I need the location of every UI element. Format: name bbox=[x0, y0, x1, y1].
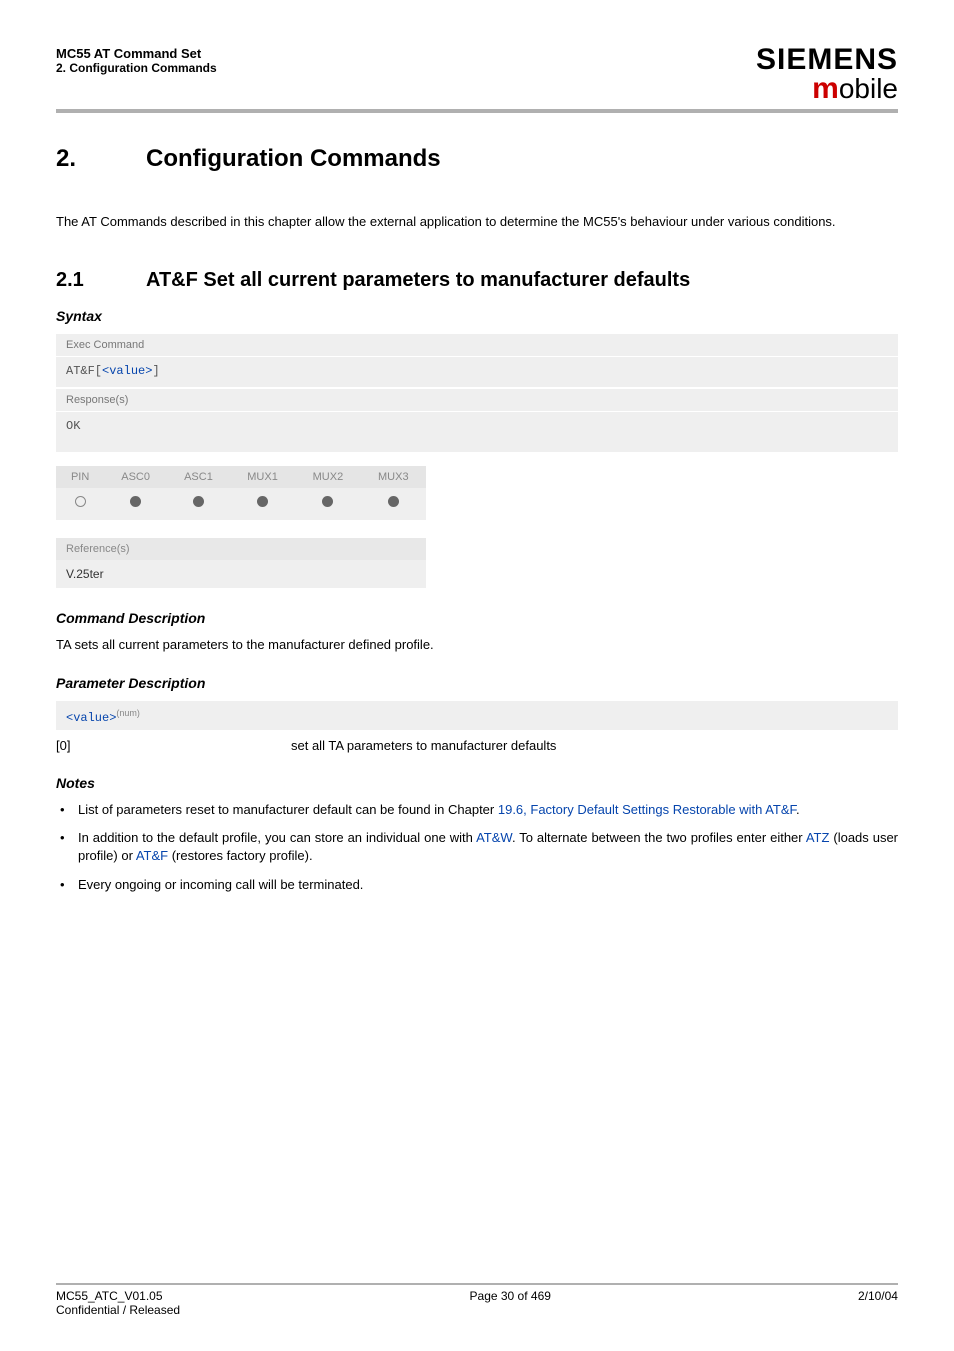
page-footer: MC55_ATC_V01.05 Page 30 of 469 2/10/04 C… bbox=[56, 1283, 898, 1317]
param-row: [0] set all TA parameters to manufacture… bbox=[56, 738, 898, 753]
section-heading: 2.1AT&F Set all current parameters to ma… bbox=[56, 269, 898, 292]
col-mux2: MUX2 bbox=[295, 466, 360, 488]
doc-title: MC55 AT Command Set bbox=[56, 46, 217, 61]
footer-right: 2/10/04 bbox=[858, 1289, 898, 1303]
resp-value: OK bbox=[66, 419, 80, 433]
chapter-number: 2. bbox=[56, 145, 146, 173]
footer-divider bbox=[56, 1283, 898, 1285]
notes-list: List of parameters reset to manufacturer… bbox=[56, 801, 898, 894]
doc-subtitle: 2. Configuration Commands bbox=[56, 61, 217, 75]
command-description-text: TA sets all current parameters to the ma… bbox=[56, 636, 898, 654]
capability-table: PIN ASC0 ASC1 MUX1 MUX2 MUX3 bbox=[56, 466, 426, 520]
footer-left2: Confidential / Released bbox=[56, 1303, 898, 1317]
footer-center: Page 30 of 469 bbox=[470, 1289, 551, 1303]
capability-row bbox=[56, 488, 426, 520]
response-label: Response(s) bbox=[56, 389, 898, 411]
status-empty-icon bbox=[56, 488, 104, 520]
brand-sub: mobile bbox=[756, 75, 898, 104]
chapter-intro: The AT Commands described in this chapte… bbox=[56, 213, 898, 231]
note-item: Every ongoing or incoming call will be t… bbox=[56, 876, 898, 894]
note-link[interactable]: 19.6, Factory Default Settings Restorabl… bbox=[498, 802, 796, 817]
brand-m: m bbox=[812, 72, 839, 105]
exec-command-code: AT&F[<value>] bbox=[56, 357, 898, 387]
brand-main: SIEMENS bbox=[756, 46, 898, 75]
notes-heading: Notes bbox=[56, 775, 898, 791]
section-number: 2.1 bbox=[56, 269, 146, 292]
col-mux1: MUX1 bbox=[230, 466, 295, 488]
chapter-heading: 2.Configuration Commands bbox=[56, 145, 898, 173]
col-asc1: ASC1 bbox=[167, 466, 230, 488]
page-header: MC55 AT Command Set 2. Configuration Com… bbox=[56, 46, 898, 103]
status-full-icon bbox=[167, 488, 230, 520]
exec-prefix: AT&F[ bbox=[66, 364, 102, 378]
parameter-name-bar: <value>(num) bbox=[56, 701, 898, 730]
status-full-icon bbox=[230, 488, 295, 520]
reference-box: Reference(s) V.25ter bbox=[56, 538, 426, 588]
exec-command-label: Exec Command bbox=[56, 334, 898, 356]
col-mux3: MUX3 bbox=[361, 466, 426, 488]
parameter-description-heading: Parameter Description bbox=[56, 675, 898, 691]
col-pin: PIN bbox=[56, 466, 104, 488]
footer-left: MC55_ATC_V01.05 bbox=[56, 1289, 163, 1303]
section-title: AT&F Set all current parameters to manuf… bbox=[146, 269, 690, 291]
reference-label: Reference(s) bbox=[56, 538, 426, 560]
note-link[interactable]: AT&W bbox=[476, 830, 512, 845]
note-link[interactable]: AT&F bbox=[136, 848, 168, 863]
syntax-heading: Syntax bbox=[56, 308, 898, 324]
status-full-icon bbox=[361, 488, 426, 520]
status-full-icon bbox=[295, 488, 360, 520]
col-asc0: ASC0 bbox=[104, 466, 167, 488]
exec-suffix: ] bbox=[152, 364, 159, 378]
param-name-link[interactable]: <value> bbox=[66, 711, 116, 725]
command-description-heading: Command Description bbox=[56, 610, 898, 626]
note-link[interactable]: ATZ bbox=[806, 830, 830, 845]
param-value: set all TA parameters to manufacturer de… bbox=[291, 738, 556, 753]
param-key: [0] bbox=[56, 738, 291, 753]
note-item: In addition to the default profile, you … bbox=[56, 829, 898, 865]
capability-header-row: PIN ASC0 ASC1 MUX1 MUX2 MUX3 bbox=[56, 466, 426, 488]
brand-rest: obile bbox=[839, 73, 898, 104]
chapter-title: Configuration Commands bbox=[146, 145, 441, 172]
reference-value: V.25ter bbox=[56, 560, 426, 588]
exec-param-link[interactable]: <value> bbox=[102, 364, 152, 378]
header-left: MC55 AT Command Set 2. Configuration Com… bbox=[56, 46, 217, 75]
response-code: OK bbox=[56, 412, 898, 452]
brand-logo: SIEMENS mobile bbox=[756, 46, 898, 103]
note-item: List of parameters reset to manufacturer… bbox=[56, 801, 898, 819]
status-full-icon bbox=[104, 488, 167, 520]
header-divider bbox=[56, 109, 898, 113]
param-sup: (num) bbox=[116, 708, 140, 718]
